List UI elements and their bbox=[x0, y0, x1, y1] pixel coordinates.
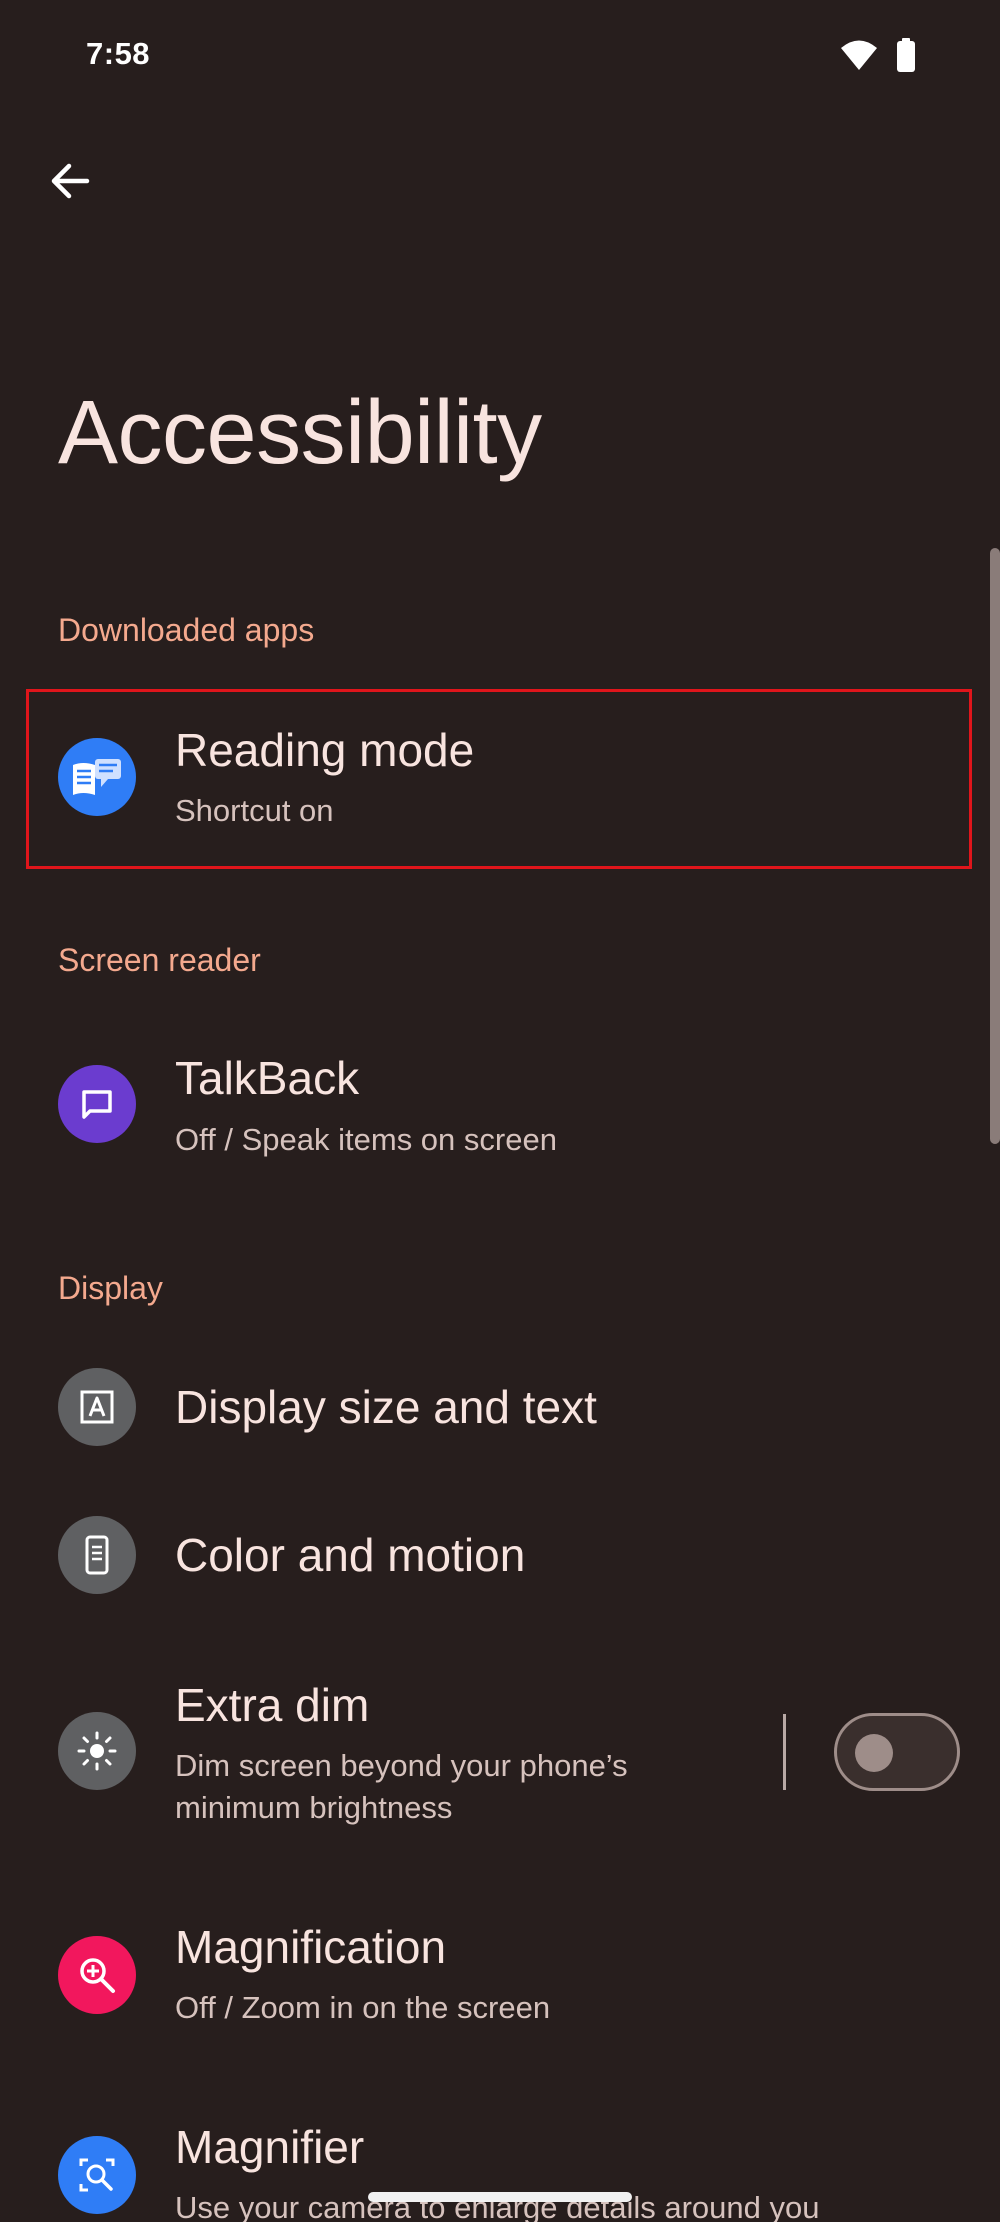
section-header-downloaded-apps: Downloaded apps bbox=[58, 612, 315, 648]
extra-dim-toggle[interactable] bbox=[834, 1713, 960, 1791]
back-button[interactable] bbox=[38, 150, 100, 212]
color-motion-title: Color and motion bbox=[175, 1529, 526, 1581]
section-header-screen-reader: Screen reader bbox=[58, 942, 261, 978]
status-icons bbox=[840, 38, 916, 72]
talkback-item[interactable]: TalkBack Off / Speak items on screen bbox=[0, 1020, 960, 1190]
brightness-icon bbox=[58, 1712, 136, 1790]
status-bar: 7:58 bbox=[0, 0, 1000, 110]
extra-dim-subtitle-line1: Dim screen beyond your phone’s bbox=[175, 1748, 628, 1783]
magnification-item[interactable]: Magnification Off / Zoom in on the scree… bbox=[0, 1900, 960, 2050]
color-motion-item[interactable]: Color and motion bbox=[0, 1498, 960, 1608]
wifi-icon bbox=[841, 40, 877, 70]
display-size-title: Display size and text bbox=[175, 1381, 597, 1433]
magnifier-title: Magnifier bbox=[175, 2121, 365, 2173]
magnifier-item[interactable]: Magnifier Use your camera to enlarge det… bbox=[0, 2100, 960, 2222]
magnification-title: Magnification bbox=[175, 1921, 447, 1973]
talkback-title: TalkBack bbox=[175, 1052, 360, 1104]
section-header-display: Display bbox=[58, 1270, 163, 1306]
magnification-subtitle: Off / Zoom in on the screen bbox=[175, 1990, 551, 2025]
arrow-back-icon bbox=[51, 163, 90, 199]
gesture-nav-handle[interactable] bbox=[368, 2192, 632, 2202]
scrollbar[interactable] bbox=[990, 548, 1000, 1144]
battery-icon bbox=[897, 38, 915, 72]
highlight-box bbox=[26, 689, 972, 869]
toggle-divider bbox=[783, 1714, 786, 1790]
status-time: 7:58 bbox=[86, 36, 151, 71]
phone-icon bbox=[58, 1516, 136, 1594]
magnifier-icon bbox=[58, 2136, 136, 2214]
extra-dim-title: Extra dim bbox=[175, 1679, 370, 1731]
talkback-icon bbox=[58, 1065, 136, 1143]
talkback-subtitle: Off / Speak items on screen bbox=[175, 1122, 557, 1157]
extra-dim-item[interactable]: Extra dim Dim screen beyond your phone’s… bbox=[0, 1660, 960, 1825]
display-size-item[interactable]: Display size and text bbox=[0, 1350, 960, 1460]
text-size-icon bbox=[58, 1368, 136, 1446]
page-title: Accessibility bbox=[58, 383, 542, 483]
zoom-in-icon bbox=[58, 1936, 136, 2014]
toggle-knob bbox=[855, 1734, 893, 1772]
extra-dim-subtitle-line2: minimum brightness bbox=[175, 1790, 453, 1825]
accessibility-screen: 7:58 Accessibility Downloaded apps Readi… bbox=[0, 0, 1000, 2222]
